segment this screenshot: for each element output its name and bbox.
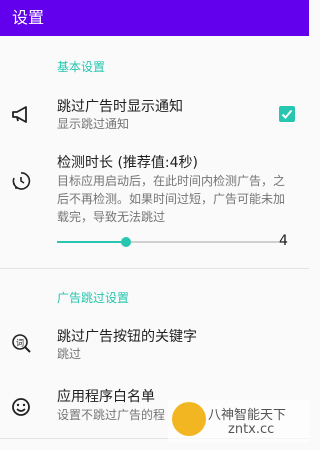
setting-summary: 设置不跳过广告的程 [57,408,166,422]
show-notice-checkbox[interactable] [279,106,295,122]
keyword-icon: 词 [10,332,32,354]
setting-keywords[interactable]: 词 跳过广告按钮的关键字 跳过 [0,320,309,370]
setting-title: 检测时长 (推荐值:4秒) [57,155,198,171]
setting-summary: 目标应用启动后，在此时间内检测广告，之后不再检测。如果时间过短，广告可能未加载完… [57,174,286,224]
section-title-basic: 基本设置 [57,60,106,74]
setting-title: 跳过广告按钮的关键字 [57,329,197,345]
smiley-icon [10,396,32,418]
setting-summary: 显示跳过通知 [57,117,130,131]
setting-title: 跳过广告时显示通知 [57,99,183,115]
slider-thumb[interactable] [121,237,131,247]
setting-show-notice[interactable]: 跳过广告时显示通知 显示跳过通知 [0,88,309,140]
section-title-skip: 广告跳过设置 [57,291,130,305]
timer-icon [10,170,32,192]
svg-text:词: 词 [16,339,24,348]
setting-title: 应用程序白名单 [57,389,155,405]
megaphone-icon [10,103,32,125]
watermark-text: 八神智能天下 [208,408,287,423]
duration-slider[interactable] [57,237,287,247]
divider [0,268,309,269]
slider-value: 4 [279,233,288,249]
setting-summary: 跳过 [57,347,82,361]
watermark-url: zntx.cc [228,422,275,437]
app-bar: 设置 [0,0,309,36]
setting-detect-duration[interactable]: 检测时长 (推荐值:4秒) 目标应用启动后，在此时间内检测广告，之后不再检测。如… [0,148,309,263]
watermark-logo [172,402,206,436]
watermark: 八神智能天下 zntx.cc [168,400,309,442]
slider-fill [57,241,126,243]
page-title: 设置 [12,8,45,27]
